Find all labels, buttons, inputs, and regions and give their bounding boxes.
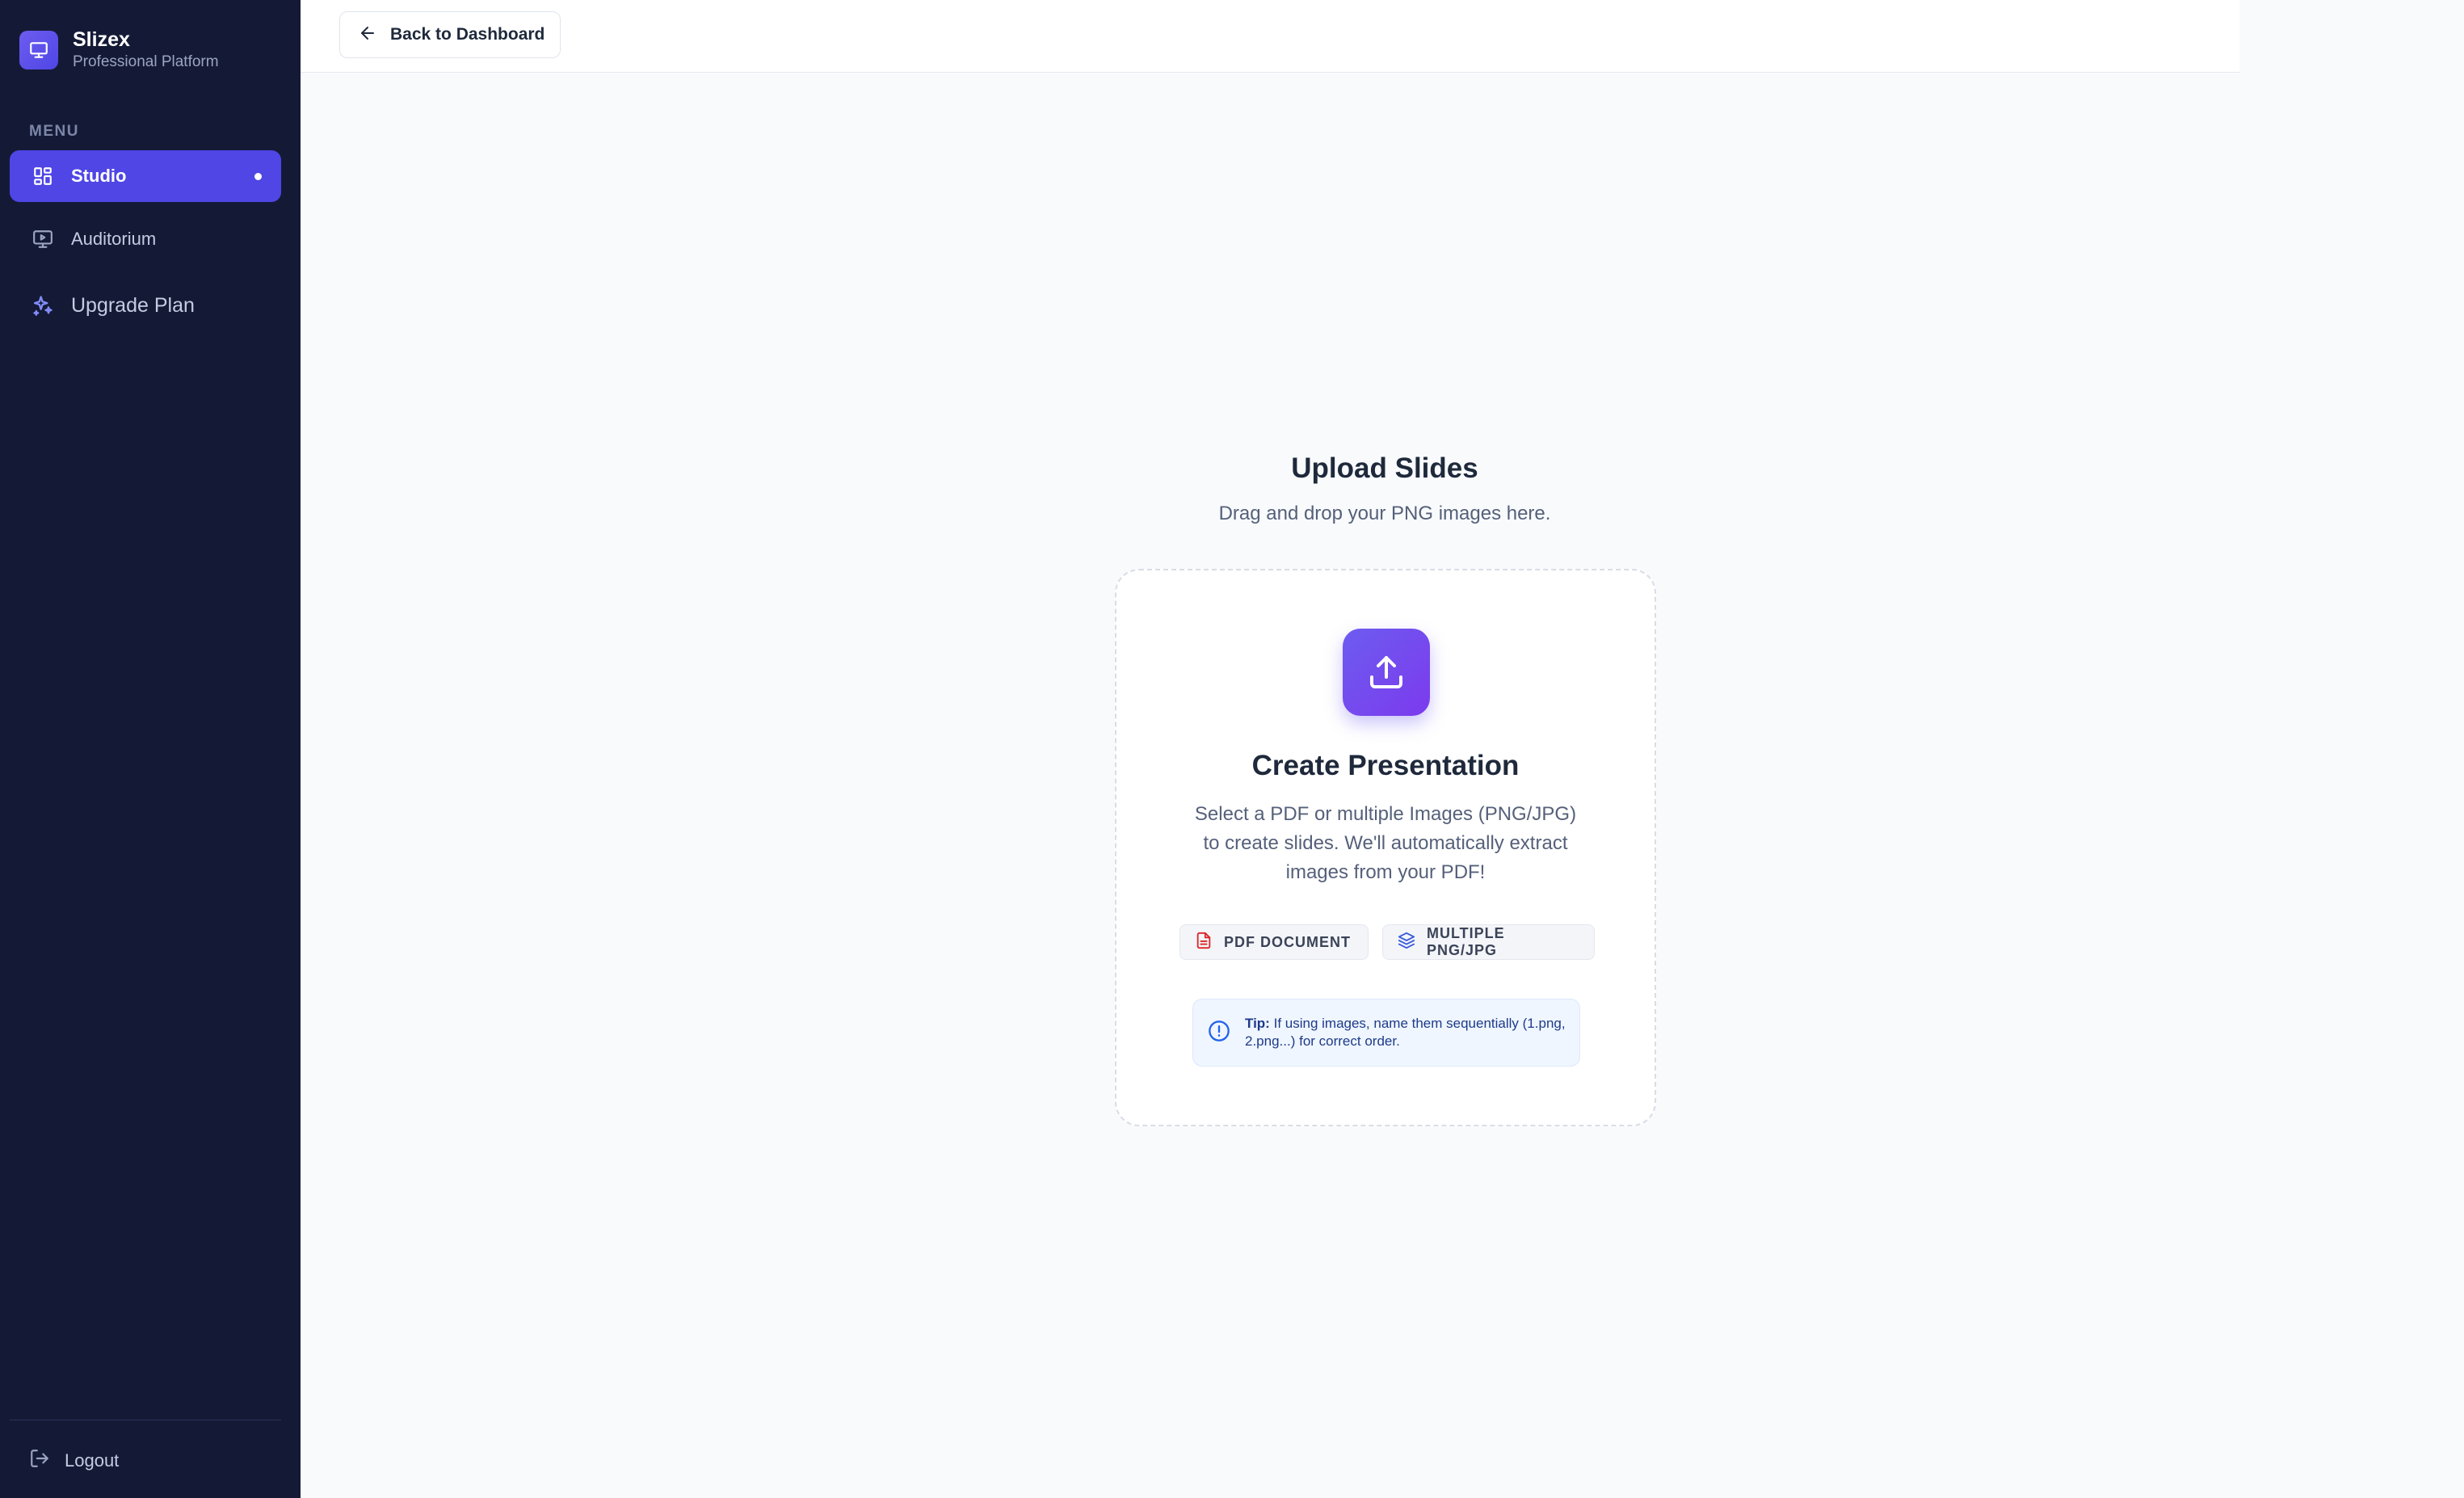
back-to-dashboard-button[interactable]: Back to Dashboard [339,11,561,58]
top-bar [301,0,2239,73]
logout-label: Logout [65,1450,120,1471]
layers-icon [1398,932,1415,953]
logout-button[interactable]: Logout [29,1448,119,1473]
brand-name: Slizex [73,28,130,51]
sidebar-item-auditorium[interactable]: Auditorium [10,213,281,265]
sparkle-icon [31,293,55,318]
tip-box: Tip: If using images, name them sequenti… [1192,999,1580,1067]
brand[interactable]: Slizex Professional Platform [19,27,219,73]
sidebar-item-studio[interactable]: Studio [10,150,281,202]
sidebar-item-label: Upgrade Plan [71,293,195,317]
active-indicator-dot [254,173,262,180]
back-button-label: Back to Dashboard [390,25,545,44]
badge-label: MULTIPLE PNG/JPG [1427,925,1505,958]
card-title: Create Presentation [1251,750,1520,781]
file-icon [1195,932,1213,953]
sidebar: Slizex Professional Platform MENU Studio… [0,0,301,1498]
sidebar-item-upgrade-plan[interactable]: Upgrade Plan [10,280,281,331]
multiple-images-badge: MULTIPLE PNG/JPG [1382,924,1595,960]
brand-subtitle: Professional Platform [73,53,219,70]
arrow-left-icon [358,23,377,47]
menu-label: MENU [29,123,79,140]
tip-prefix: Tip: [1245,1016,1270,1031]
card-description: Select a PDF or multiple Images (PNG/JPG… [1194,803,1577,883]
tip-text: Tip: If using images, name them sequenti… [1245,1015,1568,1050]
logout-icon [29,1448,50,1473]
page-subtitle: Drag and drop your PNG images here. [1218,503,1551,524]
badge-label: PDF DOCUMENT [1224,933,1351,950]
sidebar-item-label: Auditorium [71,229,157,249]
upload-icon [1343,629,1430,716]
sidebar-item-label: Studio [71,166,127,186]
upload-dropzone[interactable]: Create Presentation Select a PDF or mult… [1115,569,1656,1126]
presentation-icon [19,31,58,69]
tip-body: If using images, name them sequentially … [1245,1016,1566,1049]
page-title: Upload Slides [1291,452,1478,484]
monitor-play-icon [31,227,55,251]
pdf-document-badge: PDF DOCUMENT [1179,924,1369,960]
info-icon [1208,1020,1230,1046]
grid-icon [31,164,55,188]
